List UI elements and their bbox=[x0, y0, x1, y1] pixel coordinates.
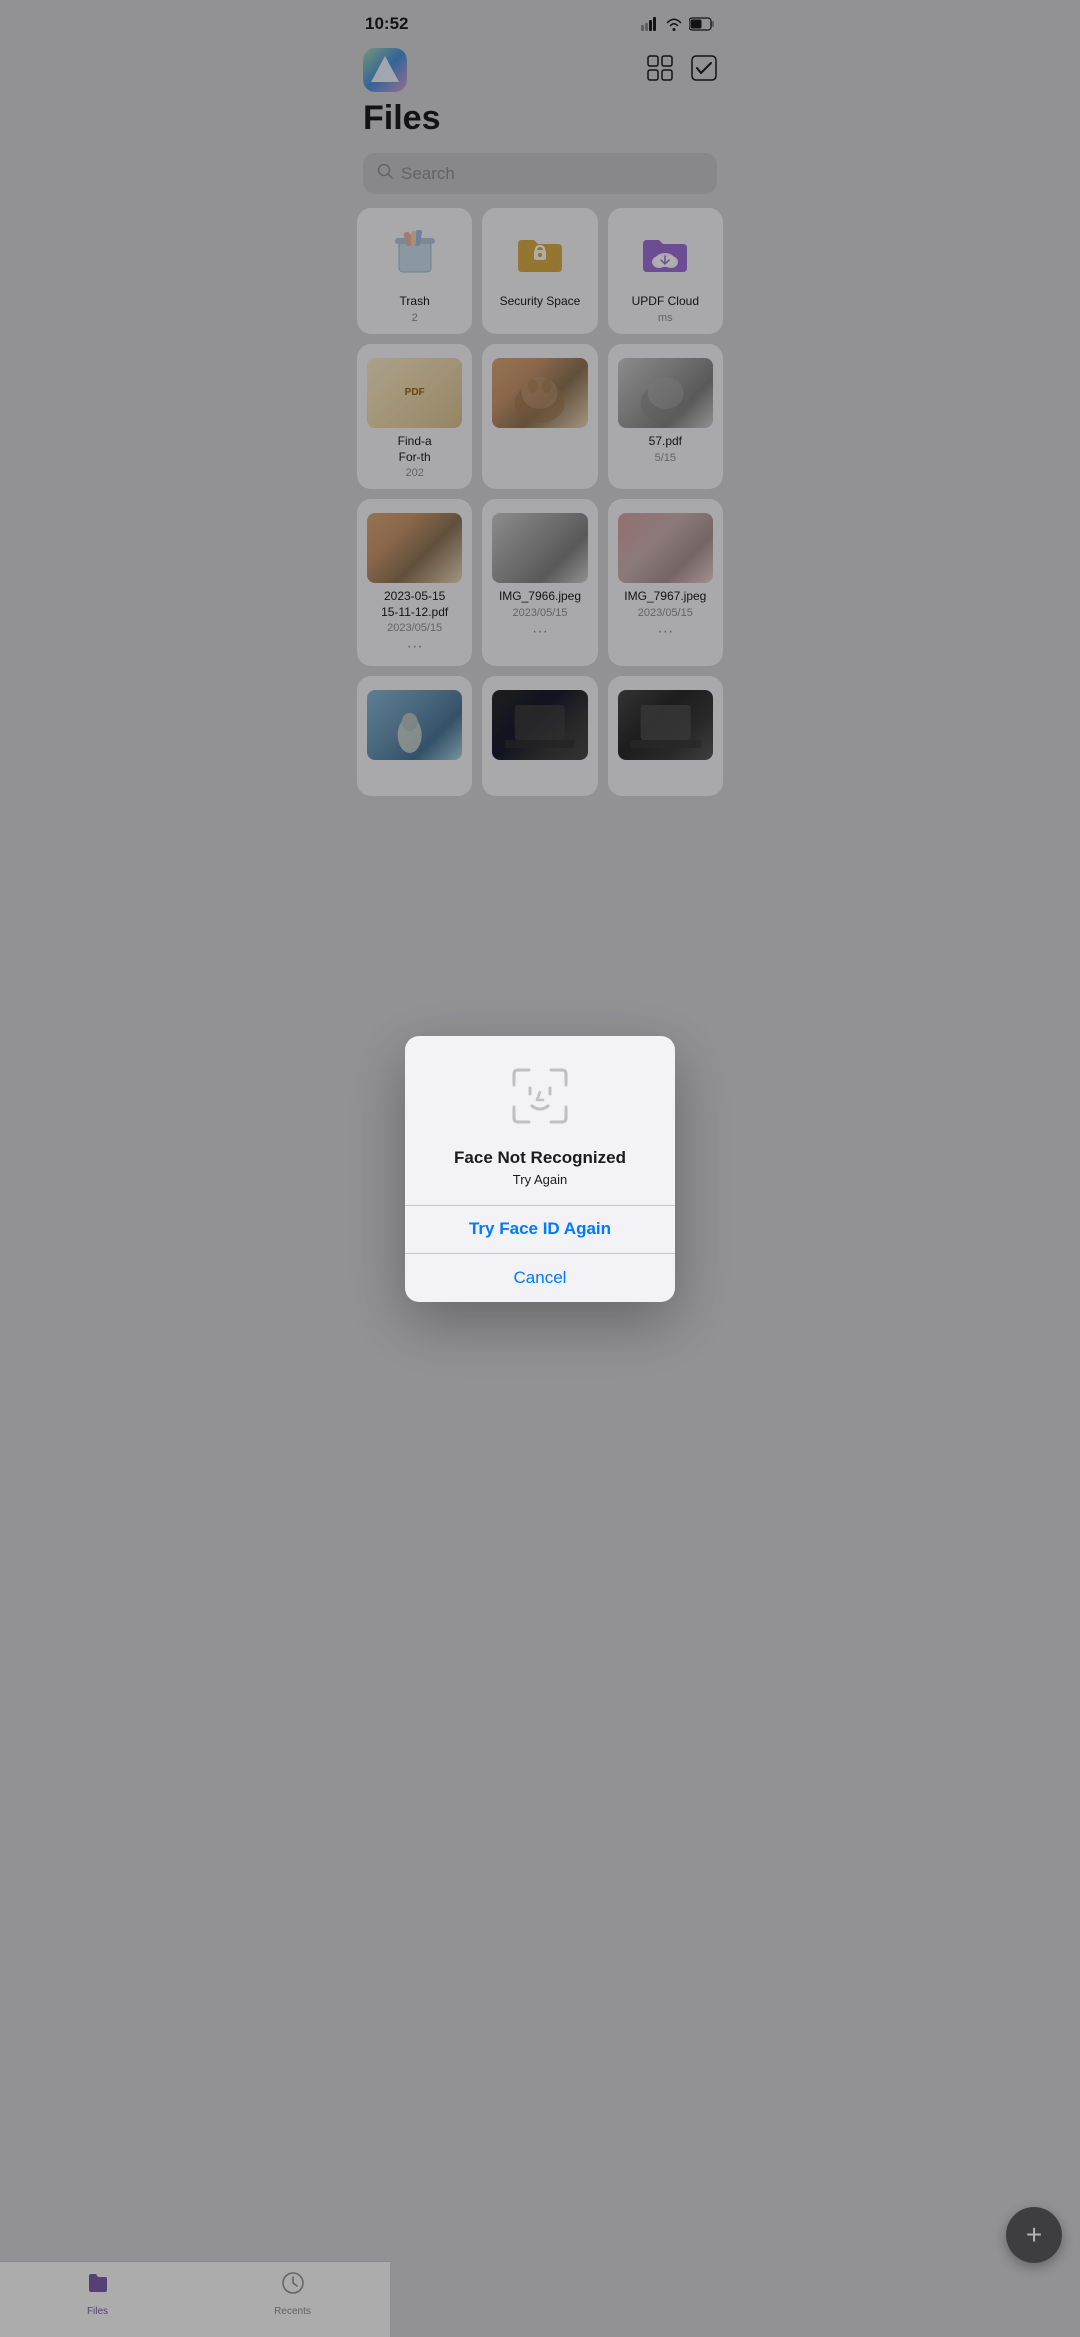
try-face-id-again-button[interactable]: Try Face ID Again bbox=[405, 1205, 675, 1253]
modal-title: Face Not Recognized bbox=[454, 1148, 626, 1168]
modal-content: Face Not Recognized Try Again bbox=[405, 1036, 675, 1205]
cancel-button[interactable]: Cancel bbox=[405, 1254, 675, 1302]
modal-subtitle: Try Again bbox=[513, 1172, 567, 1187]
face-id-icon bbox=[504, 1060, 576, 1132]
modal-overlay: Face Not Recognized Try Again Try Face I… bbox=[0, 0, 1080, 2337]
face-id-modal: Face Not Recognized Try Again Try Face I… bbox=[405, 1036, 675, 1302]
